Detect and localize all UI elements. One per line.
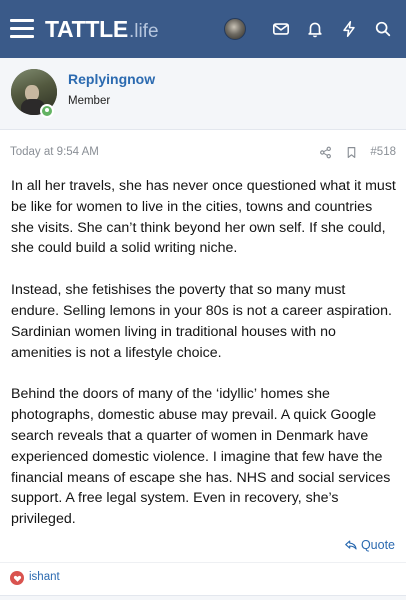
bookmark-icon[interactable]	[342, 143, 360, 161]
post-paragraph: In all her travels, she has never once q…	[11, 178, 396, 257]
post-paragraph: Behind the doors of many of the ‘idyllic…	[11, 386, 391, 528]
logo-main-text: TATTLE	[45, 16, 128, 42]
share-icon[interactable]	[316, 143, 334, 161]
reply-arrow-icon	[345, 540, 357, 550]
post-number[interactable]: #518	[370, 146, 396, 158]
post-paragraph: Instead, she fetishises the poverty that…	[11, 282, 392, 361]
author-title: Member	[68, 95, 111, 107]
bell-icon[interactable]	[302, 16, 328, 42]
reactions-bar: ishant	[0, 562, 406, 592]
author-name[interactable]: Replyingnow	[68, 71, 155, 87]
post-body: In all her travels, she has never once q…	[11, 176, 397, 551]
post-actions: #518	[308, 143, 396, 161]
logo-sub-text: .life	[128, 21, 159, 42]
post-date[interactable]: Today at 9:54 AM	[10, 146, 99, 158]
quote-button[interactable]: Quote	[344, 538, 395, 552]
heart-reaction-icon	[10, 571, 24, 585]
search-icon[interactable]	[370, 16, 396, 42]
lightning-icon[interactable]	[336, 16, 362, 42]
envelope-icon[interactable]	[268, 16, 294, 42]
top-navigation-bar: TATTLE .life	[0, 0, 406, 58]
reaction-user-link[interactable]: ishant	[29, 571, 60, 583]
user-avatar[interactable]	[224, 18, 246, 40]
post-author-block: Replyingnow Member	[0, 58, 406, 130]
nav-icons	[224, 15, 396, 43]
site-logo[interactable]: TATTLE .life	[45, 16, 159, 43]
post-meta: Today at 9:54 AM #518	[0, 140, 406, 166]
online-status-icon	[40, 104, 54, 118]
menu-icon[interactable]	[10, 19, 34, 39]
post-separator	[0, 595, 406, 600]
quote-label: Quote	[360, 538, 395, 552]
